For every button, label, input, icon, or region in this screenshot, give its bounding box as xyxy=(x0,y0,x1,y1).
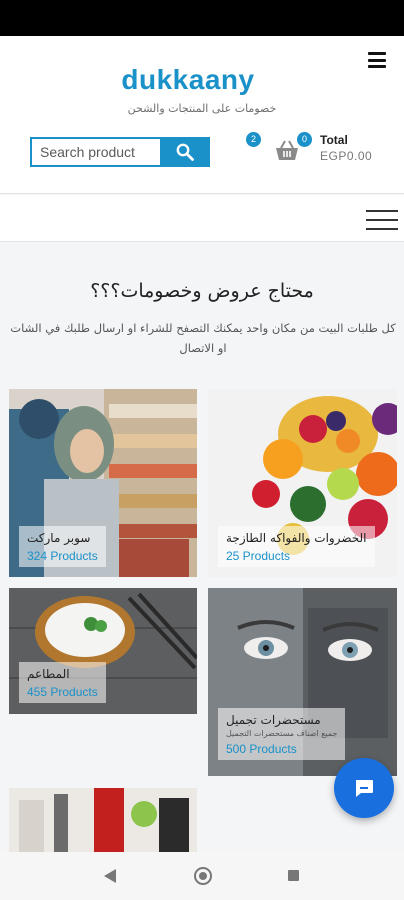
category-card-supermarket[interactable]: سوبر ماركت 324 Products xyxy=(9,389,197,577)
category-card-restaurants[interactable]: المطاعم 455 Products xyxy=(9,588,197,714)
recents-icon[interactable] xyxy=(288,870,299,881)
search-input[interactable]: Search product xyxy=(30,137,160,167)
search-icon xyxy=(176,143,194,161)
category-count: 500 Products xyxy=(226,742,297,756)
search-button[interactable] xyxy=(160,137,210,167)
category-card-cosmetics[interactable]: مستحضرات تجميل جميع اصناف مستحضرات التجم… xyxy=(208,588,397,776)
site-header: dukkaany خصومات على المنتجات والشحن Sear… xyxy=(0,36,404,194)
kitchen-image xyxy=(9,788,197,852)
android-nav-bar xyxy=(0,852,404,900)
status-bar xyxy=(0,0,404,36)
category-card-fruits[interactable]: الخضروات والفواكه الطازجة 25 Products xyxy=(208,389,397,577)
intro-text: كل طلبات البيت من مكان واحد يمكنك التصفح… xyxy=(10,321,396,355)
category-card-kitchen[interactable] xyxy=(9,788,197,852)
category-label: الخضروات والفواكه الطازجة 25 Products xyxy=(218,526,375,567)
category-count: 25 Products xyxy=(226,549,291,563)
cart-total-value: EGP0.00 xyxy=(320,149,373,163)
category-label: المطاعم 455 Products xyxy=(19,662,106,703)
home-icon[interactable] xyxy=(194,867,212,885)
cart-icon[interactable] xyxy=(274,139,300,163)
site-logo[interactable]: dukkaany xyxy=(0,64,376,96)
category-title: سوبر ماركت xyxy=(27,531,91,545)
back-icon[interactable] xyxy=(104,869,117,883)
nav-bar xyxy=(0,195,404,242)
menu-icon[interactable] xyxy=(366,210,398,230)
category-label: سوبر ماركت 324 Products xyxy=(19,526,106,567)
category-title: مستحضرات تجميل xyxy=(226,713,321,727)
category-count: 324 Products xyxy=(27,549,98,563)
category-title: الخضروات والفواكه الطازجة xyxy=(226,531,367,545)
category-description: جميع اصناف مستحضرات التجميل xyxy=(226,729,338,738)
category-label: مستحضرات تجميل جميع اصناف مستحضرات التجم… xyxy=(218,708,346,760)
category-count: 455 Products xyxy=(27,685,98,699)
wishlist-count-badge[interactable]: 2 xyxy=(246,132,261,147)
cart-count-badge[interactable]: 0 xyxy=(297,132,312,147)
chat-button[interactable] xyxy=(334,758,394,818)
category-title: المطاعم xyxy=(27,667,70,681)
page-heading: محتاج عروض وخصومات؟؟؟ xyxy=(90,280,314,302)
site-tagline: خصومات على المنتجات والشحن xyxy=(127,102,277,115)
chat-icon xyxy=(356,780,373,797)
cart-total-label: Total xyxy=(320,133,348,147)
